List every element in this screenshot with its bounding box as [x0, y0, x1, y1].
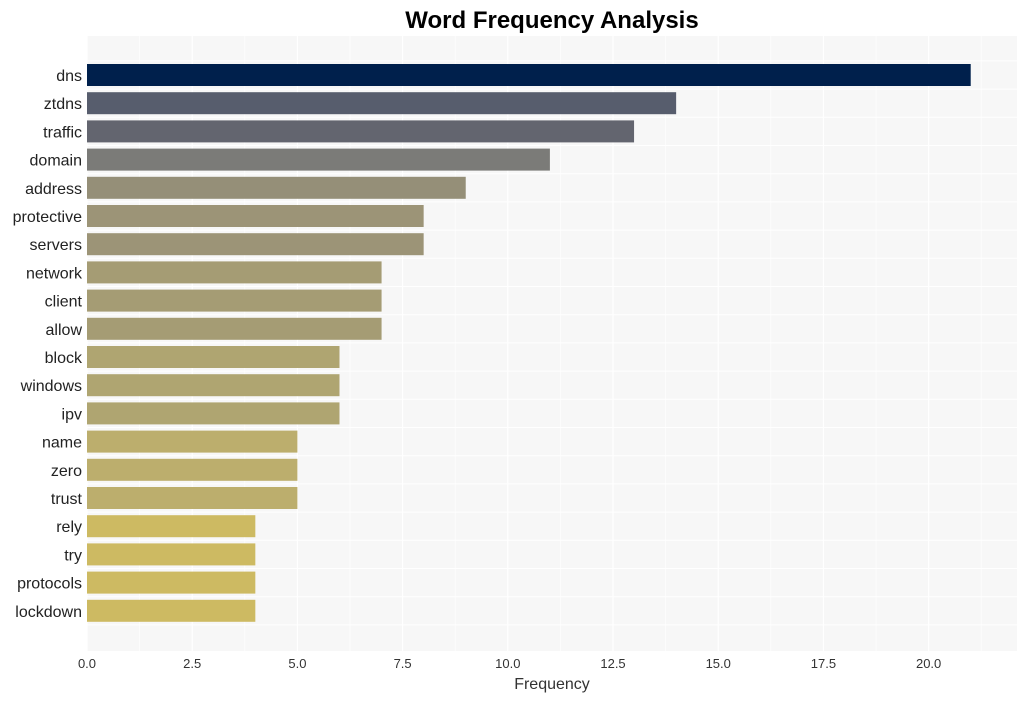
bar-block	[87, 346, 340, 368]
category-label: ipv	[62, 406, 82, 423]
bar-protective	[87, 205, 424, 227]
bar-dns	[87, 64, 971, 86]
bar-traffic	[87, 120, 635, 143]
bar-try	[87, 543, 256, 566]
bar-client	[87, 289, 382, 312]
bar-domain	[87, 148, 550, 171]
category-label: client	[45, 294, 83, 311]
bar-name	[87, 430, 298, 453]
x-tick-label: 2.5	[183, 656, 201, 671]
category-label: lockdown	[15, 604, 82, 621]
category-label: ztdns	[44, 96, 82, 113]
category-label: dns	[56, 68, 82, 85]
x-tick-label: 20.0	[916, 656, 941, 671]
bar-address	[87, 176, 466, 199]
bar-trust	[87, 487, 298, 509]
x-tick-label: 5.0	[288, 656, 306, 671]
x-tick-label: 17.5	[811, 656, 836, 671]
category-label: domain	[30, 153, 82, 170]
category-label: network	[26, 265, 83, 282]
category-label: allow	[46, 322, 83, 339]
category-label: try	[64, 547, 82, 564]
bar-windows	[87, 374, 340, 397]
bar-zero	[87, 458, 298, 481]
category-label: servers	[30, 237, 82, 254]
bar-servers	[87, 233, 424, 256]
category-label: name	[42, 435, 82, 452]
category-label: protocols	[17, 576, 82, 593]
x-tick-label: 10.0	[495, 656, 520, 671]
chart-title: Word Frequency Analysis	[405, 7, 698, 34]
bar-network	[87, 261, 382, 284]
bar-protocols	[87, 571, 256, 594]
category-label: address	[25, 181, 82, 198]
word-frequency-chart: Word Frequency Analysis dnsztdnstrafficd…	[13, 7, 1017, 693]
x-tick-label: 0.0	[78, 656, 96, 671]
category-label: protective	[13, 209, 82, 226]
category-label: block	[45, 350, 83, 367]
category-label: trust	[51, 491, 83, 508]
category-label: rely	[56, 519, 82, 536]
x-tick-labels: 0.0 2.5 5.0 7.5 10.0 12.5 15.0 17.5 20.0	[78, 656, 941, 671]
x-tick-label: 12.5	[600, 656, 625, 671]
bar-lockdown	[87, 599, 256, 622]
x-tick-label: 7.5	[394, 656, 412, 671]
bar-ipv	[87, 402, 340, 425]
x-axis-label: Frequency	[514, 676, 590, 693]
category-label: windows	[20, 378, 82, 395]
category-label: traffic	[43, 124, 82, 141]
bar-ztdns	[87, 92, 677, 115]
category-labels: dns ztdns traffic domain address protective se…	[13, 68, 83, 621]
bar-rely	[87, 515, 256, 538]
bar-allow	[87, 317, 382, 340]
category-label: zero	[51, 463, 82, 480]
x-tick-label: 15.0	[706, 656, 731, 671]
